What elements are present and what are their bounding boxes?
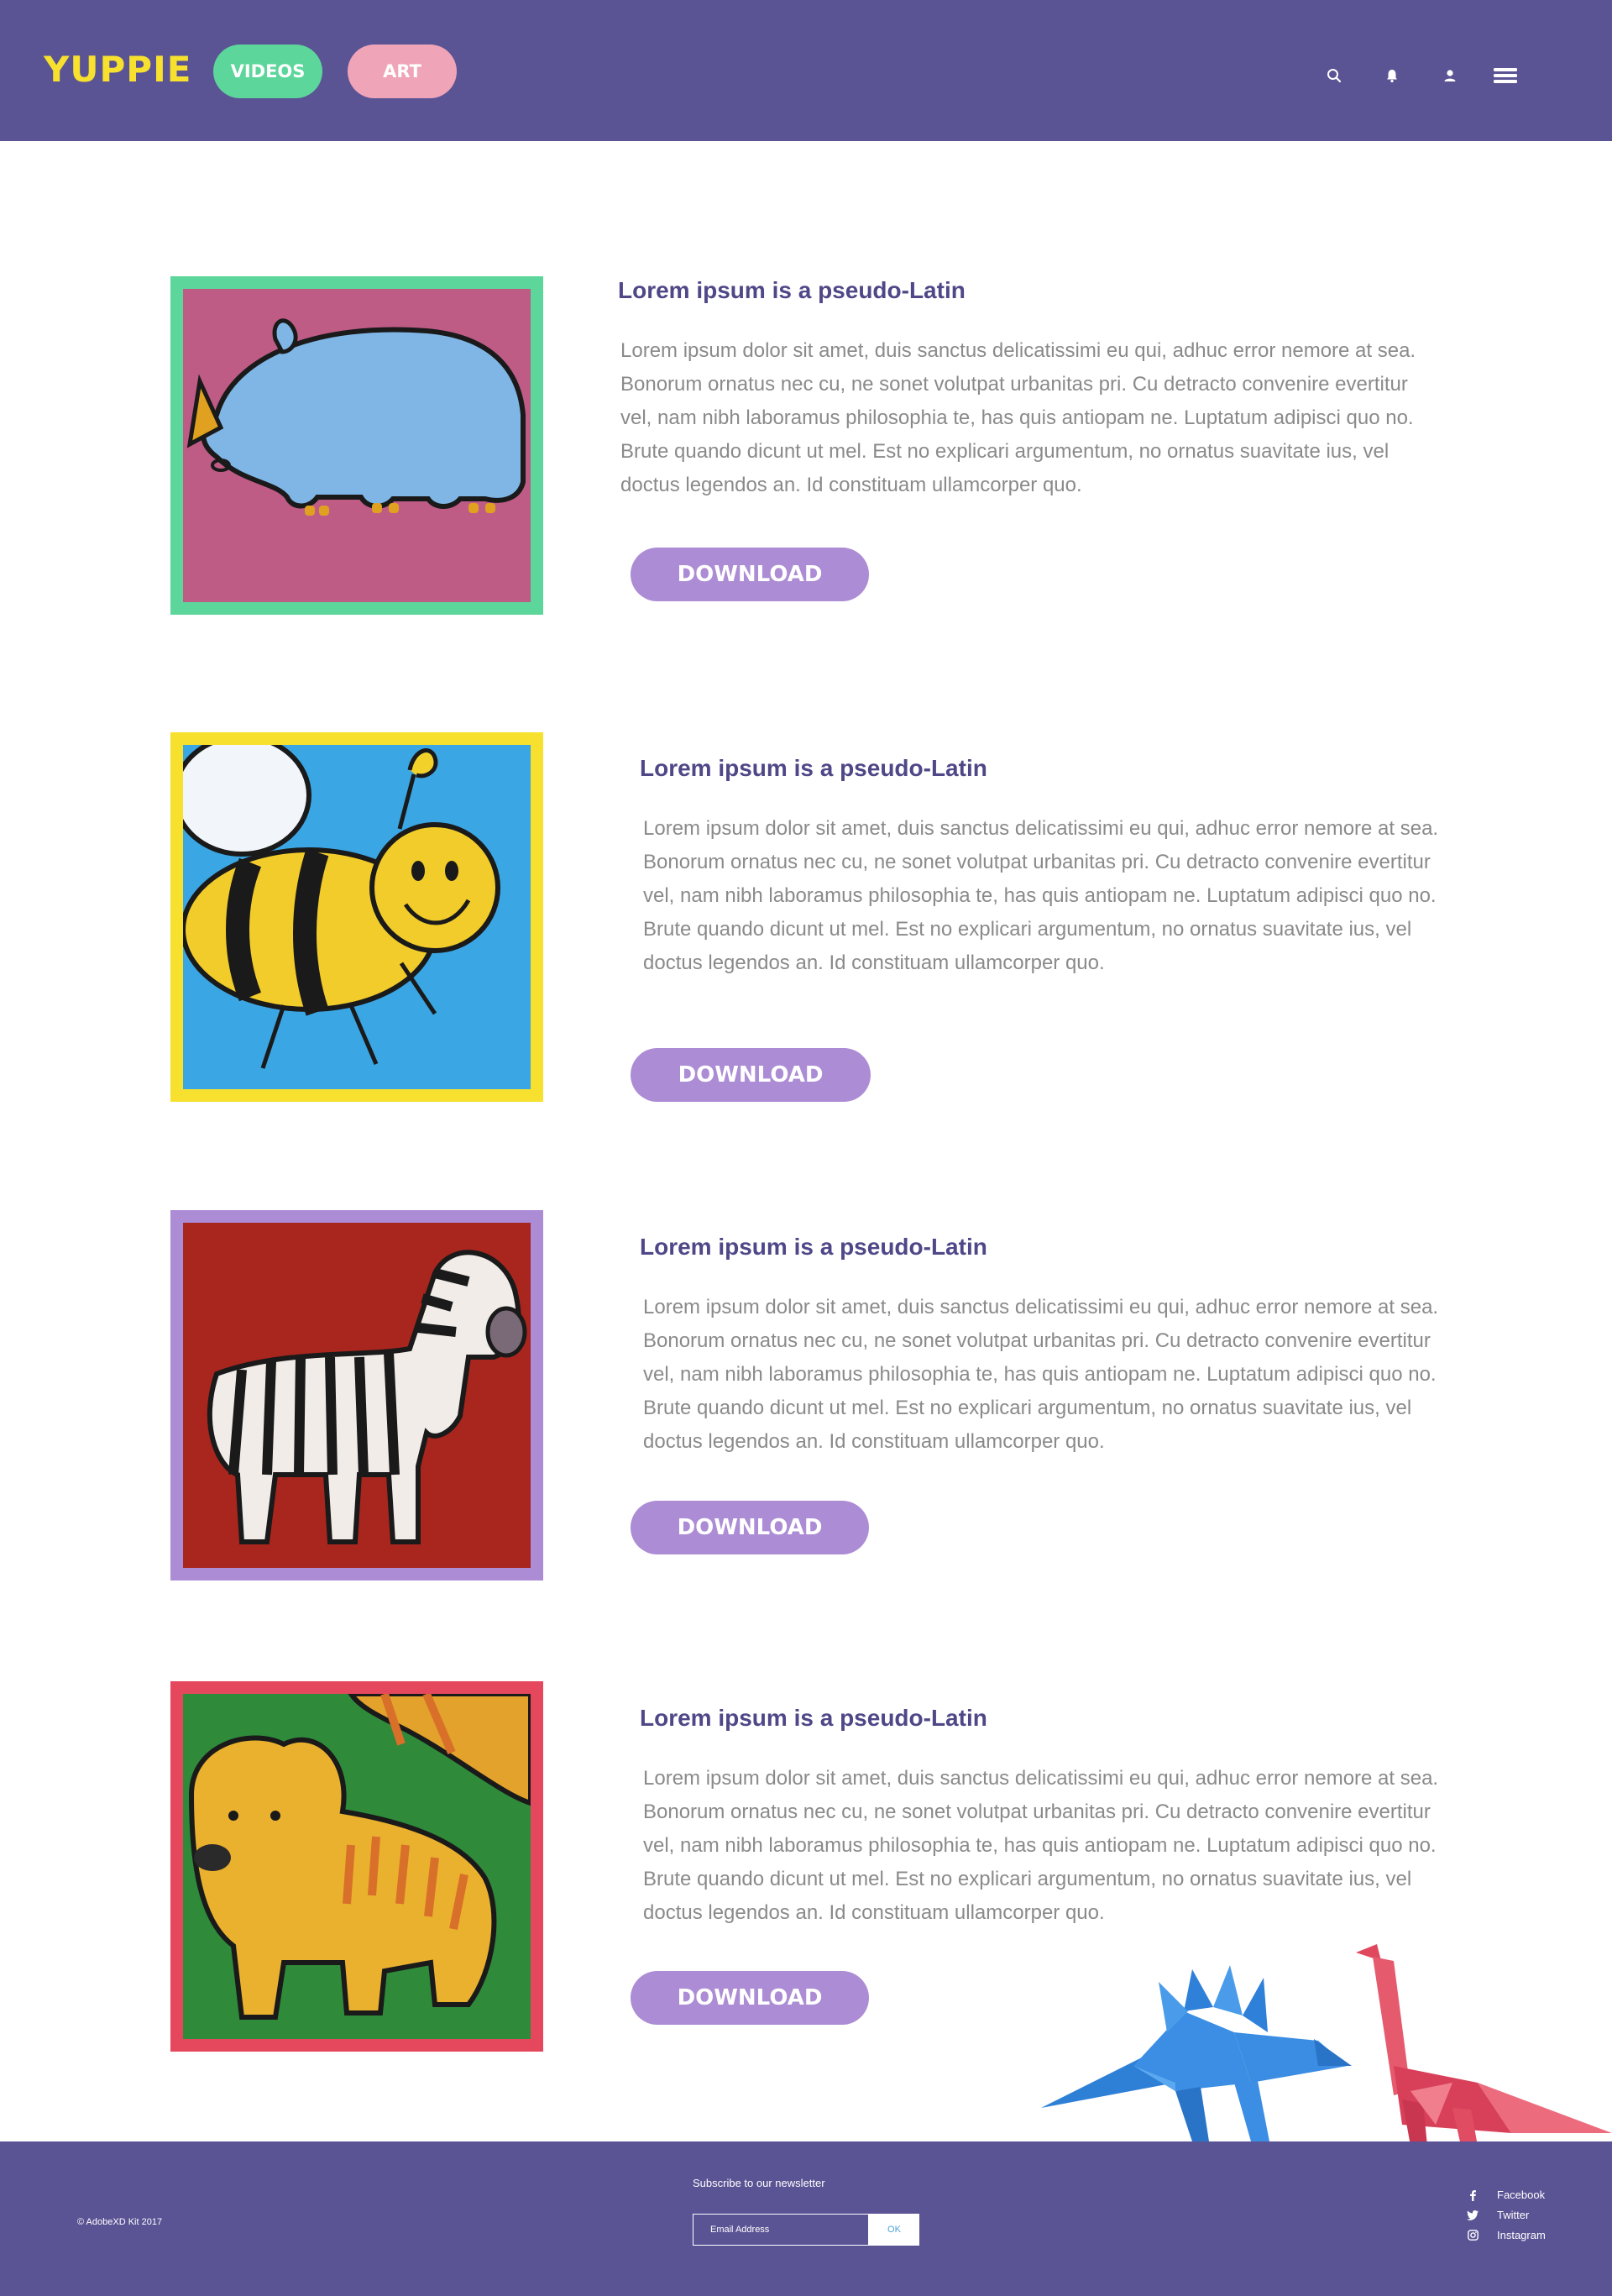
- newsletter-ok-button[interactable]: OK: [869, 2214, 919, 2246]
- bell-icon[interactable]: [1382, 66, 1402, 86]
- card-description: Lorem ipsum dolor sit amet, duis sanctus…: [643, 1296, 1439, 1453]
- site-header: YUPPIE VIDEOS ART: [0, 0, 1612, 141]
- facebook-label: Facebook: [1497, 2189, 1546, 2201]
- origami-brachiosaurus: [1356, 1944, 1612, 2141]
- twitter-link[interactable]: Twitter: [1465, 2209, 1529, 2221]
- search-icon[interactable]: [1324, 66, 1344, 86]
- instagram-icon: [1465, 2230, 1480, 2241]
- card-title: Lorem ipsum is a pseudo-Latin: [640, 1234, 987, 1260]
- download-button[interactable]: DOWNLOAD: [631, 1501, 869, 1554]
- site-logo[interactable]: YUPPIE: [44, 49, 191, 90]
- twitter-label: Twitter: [1497, 2209, 1530, 2221]
- origami-dinosaurs-illustration: [1041, 1944, 1612, 2141]
- card-title: Lorem ipsum is a pseudo-Latin: [618, 277, 966, 303]
- nav-videos-button[interactable]: VIDEOS: [213, 45, 322, 98]
- download-button[interactable]: DOWNLOAD: [631, 1048, 871, 1102]
- origami-stegosaurus: [1041, 1965, 1352, 2141]
- tiger-artwork-image: [170, 1681, 543, 2052]
- card-title: Lorem ipsum is a pseudo-Latin: [640, 1705, 987, 1731]
- instagram-link[interactable]: Instagram: [1465, 2229, 1546, 2241]
- rhino-artwork-image: [170, 276, 543, 615]
- download-button[interactable]: DOWNLOAD: [631, 1971, 869, 2025]
- zebra-artwork-image: [170, 1210, 543, 1580]
- email-input[interactable]: Email Address: [693, 2214, 869, 2246]
- card-title: Lorem ipsum is a pseudo-Latin: [640, 755, 987, 781]
- card-description: Lorem ipsum dolor sit amet, duis sanctus…: [643, 817, 1439, 974]
- facebook-link[interactable]: Facebook: [1465, 2189, 1545, 2201]
- menu-icon[interactable]: [1494, 66, 1517, 86]
- download-button[interactable]: DOWNLOAD: [631, 548, 869, 601]
- card-description: Lorem ipsum dolor sit amet, duis sanctus…: [620, 339, 1416, 496]
- bee-artwork-image: [170, 732, 543, 1102]
- copyright-text: © AdobeXD Kit 2017: [77, 2217, 163, 2227]
- site-footer: © AdobeXD Kit 2017 Subscribe to our news…: [0, 2141, 1612, 2296]
- card-description: Lorem ipsum dolor sit amet, duis sanctus…: [643, 1767, 1439, 1924]
- newsletter-label: Subscribe to our newsletter: [693, 2177, 825, 2189]
- facebook-icon: [1465, 2189, 1480, 2201]
- user-icon[interactable]: [1440, 66, 1460, 86]
- nav-art-button[interactable]: ART: [348, 45, 457, 98]
- instagram-label: Instagram: [1497, 2229, 1546, 2241]
- twitter-icon: [1465, 2210, 1480, 2220]
